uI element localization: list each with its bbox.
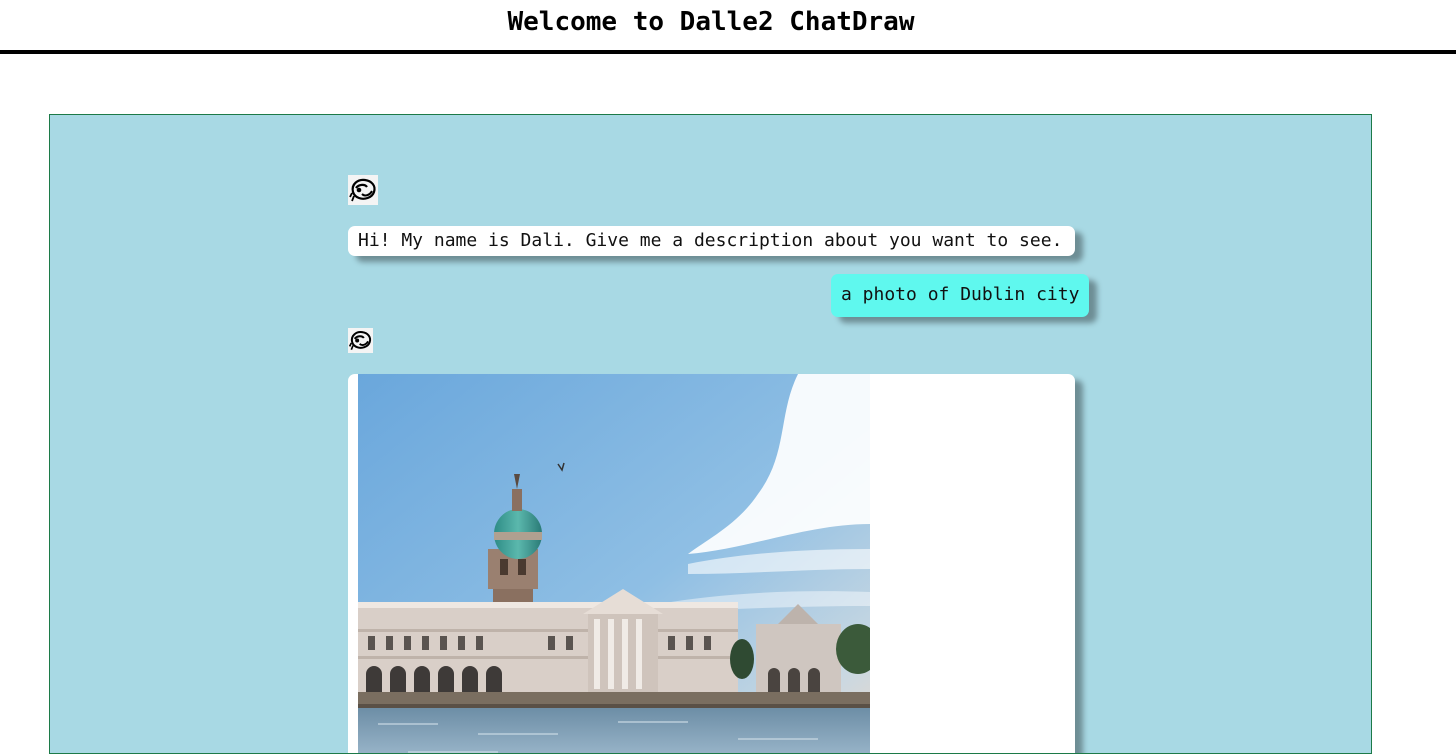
bot-image-bubble xyxy=(348,374,1075,753)
dali-avatar-icon xyxy=(348,328,373,353)
bot-message-bubble: Hi! My name is Dali. Give me a descripti… xyxy=(348,226,1075,256)
user-message-text: a photo of Dublin city xyxy=(841,284,1080,305)
bot-message-text: Hi! My name is Dali. Give me a descripti… xyxy=(358,230,1063,251)
page-header: Welcome to Dalle2 ChatDraw xyxy=(0,0,1456,54)
chat-area[interactable]: Hi! My name is Dali. Give me a descripti… xyxy=(49,114,1372,754)
page-title: Welcome to Dalle2 ChatDraw xyxy=(507,7,915,37)
user-message-bubble: a photo of Dublin city xyxy=(831,274,1090,317)
dali-avatar-icon xyxy=(348,175,378,205)
generated-dublin-image[interactable] xyxy=(358,374,870,753)
